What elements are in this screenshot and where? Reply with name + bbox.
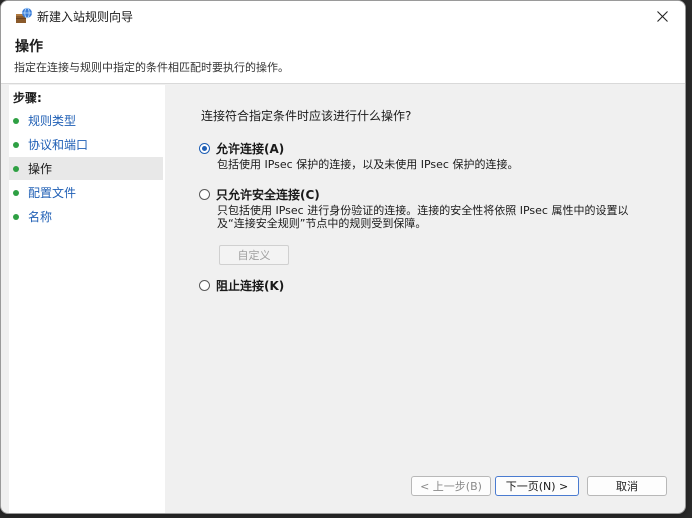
customize-button[interactable]: 自定义 — [219, 245, 289, 265]
step-label: 规则类型 — [28, 114, 77, 128]
step-label: 配置文件 — [28, 186, 77, 200]
radio-allow-secure[interactable] — [199, 189, 210, 200]
action-question: 连接符合指定条件时应该进行什么操作? — [201, 109, 412, 123]
step-dot-icon — [13, 165, 19, 172]
step-action[interactable]: 操作 — [9, 157, 163, 180]
step-protocol-port[interactable]: 协议和端口 — [9, 133, 163, 156]
close-button[interactable] — [639, 1, 685, 31]
window-title: 新建入站规则向导 — [37, 10, 134, 24]
wizard-window: 新建入站规则向导 操作 指定在连接与规则中指定的条件相匹配时要执行的操作。 步骤… — [0, 0, 686, 514]
step-label: 操作 — [28, 162, 53, 176]
option-allow-desc: 包括使用 IPsec 保护的连接，以及未使用 IPsec 保护的连接。 — [217, 158, 519, 171]
title-bar: 新建入站规则向导 — [1, 1, 685, 31]
step-profile[interactable]: 配置文件 — [9, 181, 163, 204]
option-allow-label[interactable]: 允许连接(A) — [216, 140, 284, 157]
step-name[interactable]: 名称 — [9, 205, 163, 228]
option-allow-secure[interactable]: 只允许安全连接(C) — [199, 186, 320, 203]
close-icon — [656, 10, 668, 22]
step-dot-icon — [13, 213, 19, 220]
radio-allow[interactable] — [199, 143, 210, 154]
option-allow[interactable]: 允许连接(A) — [199, 140, 284, 157]
radio-block[interactable] — [199, 280, 210, 291]
step-label: 名称 — [28, 210, 53, 224]
steps-title: 步骤: — [13, 91, 42, 105]
option-block[interactable]: 阻止连接(K) — [199, 277, 284, 294]
step-dot-icon — [13, 141, 19, 148]
page-title: 操作 — [15, 39, 43, 55]
page-header: 操作 指定在连接与规则中指定的条件相匹配时要执行的操作。 — [1, 31, 685, 84]
next-button[interactable]: 下一页(N) > — [495, 476, 579, 496]
option-allow-secure-label[interactable]: 只允许安全连接(C) — [216, 186, 320, 203]
firewall-app-icon — [16, 7, 32, 23]
step-dot-icon — [13, 117, 19, 124]
back-button[interactable]: < 上一步(B) — [411, 476, 491, 496]
step-rule-type[interactable]: 规则类型 — [9, 109, 163, 132]
cancel-button[interactable]: 取消 — [587, 476, 667, 496]
step-label: 协议和端口 — [28, 138, 89, 152]
steps-panel: 步骤: 规则类型 协议和端口 操作 配置文件 名称 — [9, 85, 165, 513]
page-description: 指定在连接与规则中指定的条件相匹配时要执行的操作。 — [14, 61, 289, 74]
step-dot-icon — [13, 189, 19, 196]
option-block-label[interactable]: 阻止连接(K) — [216, 277, 284, 294]
content-panel: 连接符合指定条件时应该进行什么操作? 允许连接(A) 包括使用 IPsec 保护… — [167, 85, 685, 513]
option-allow-secure-desc: 只包括使用 IPsec 进行身份验证的连接。连接的安全性将依照 IPsec 属性… — [217, 204, 629, 230]
